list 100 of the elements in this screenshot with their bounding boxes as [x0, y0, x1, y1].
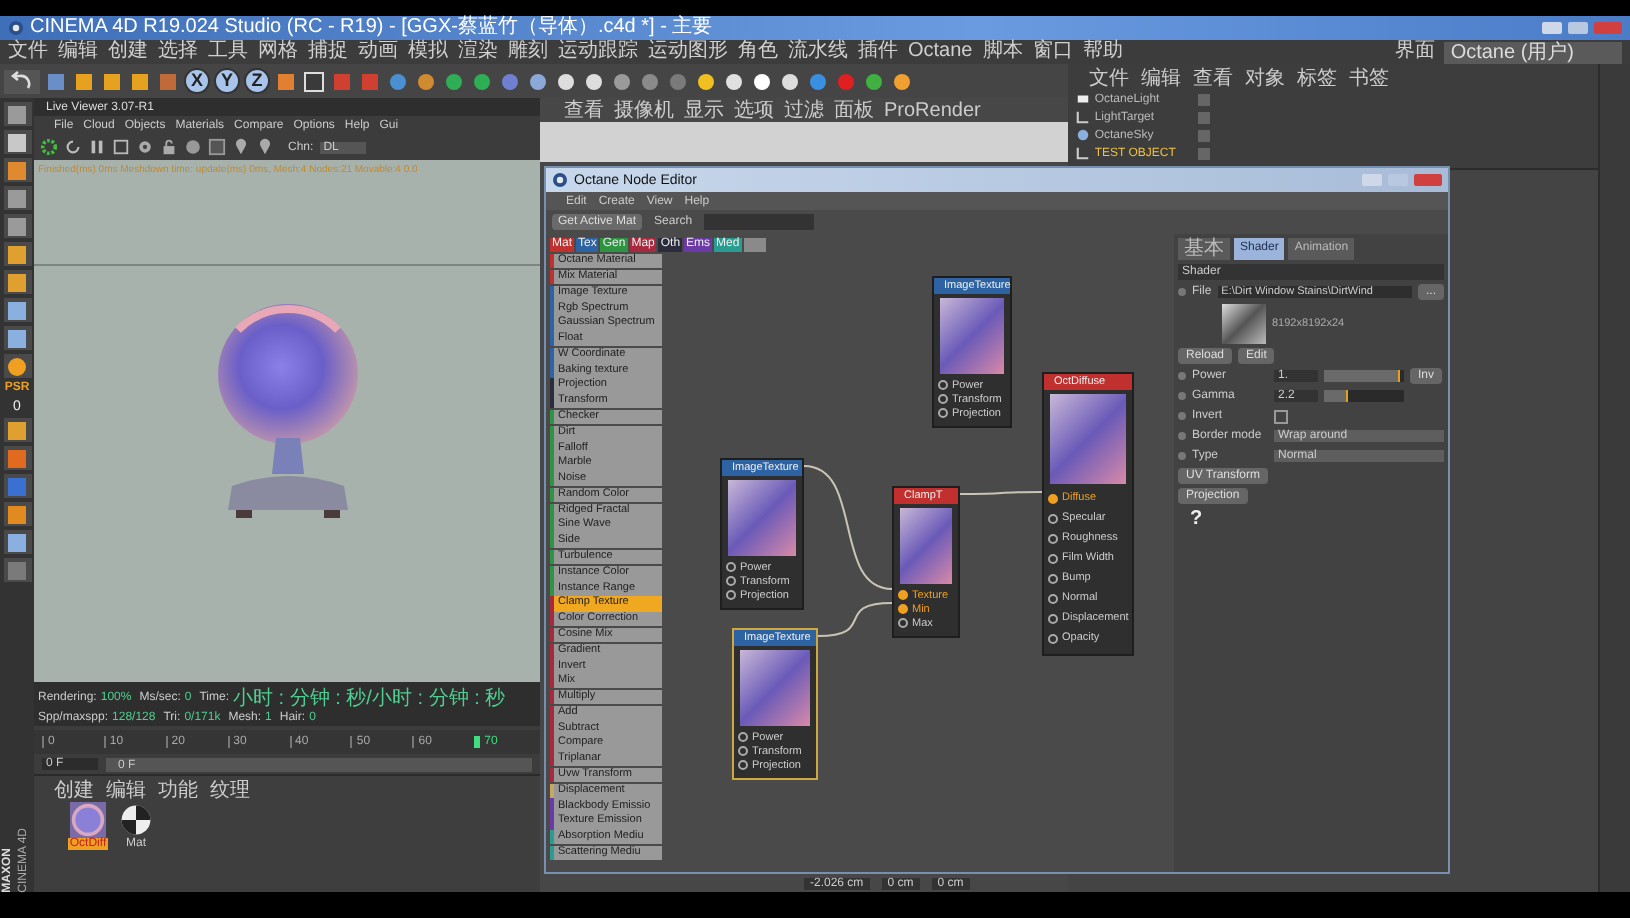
pin-icon[interactable] [256, 138, 274, 156]
menu-item[interactable]: 雕刻 [508, 40, 548, 64]
port-icon[interactable] [938, 394, 948, 404]
tool-icon[interactable] [3, 298, 31, 322]
settings-icon[interactable] [136, 138, 154, 156]
port-icon[interactable] [738, 746, 748, 756]
layout-dropdown[interactable]: Octane (用户) [1444, 41, 1622, 63]
menu-item[interactable]: 编辑 [58, 40, 98, 64]
port-icon[interactable] [726, 576, 736, 586]
frame-icon[interactable] [208, 138, 226, 156]
pin-icon[interactable] [232, 138, 250, 156]
ball-icon[interactable] [638, 69, 662, 93]
axis-button[interactable]: X [184, 68, 210, 94]
menu-item[interactable]: 纹理 [210, 775, 250, 803]
tool-icon[interactable] [3, 530, 31, 554]
axis-button[interactable]: Y [214, 68, 240, 94]
menu-item[interactable]: 工具 [208, 40, 248, 64]
menu-item[interactable]: 编辑 [1140, 63, 1181, 91]
null-object-icon[interactable] [1076, 146, 1091, 160]
menu-item[interactable]: 插件 [858, 40, 898, 64]
menu-item[interactable]: 书签 [1348, 63, 1389, 91]
globe-icon[interactable] [1076, 128, 1091, 142]
menu-item[interactable]: Octane [908, 40, 973, 64]
port-icon[interactable] [1048, 533, 1058, 543]
menu-item[interactable]: 编辑 [106, 775, 146, 803]
sphere-icon[interactable] [184, 138, 202, 156]
port-icon[interactable] [1048, 593, 1058, 603]
menu-item[interactable]: 角色 [738, 40, 778, 64]
port-icon[interactable] [898, 590, 908, 600]
menu-item[interactable]: 捕捉 [308, 40, 348, 64]
menu-item[interactable]: 渲染 [458, 40, 498, 64]
menu-item[interactable]: 动画 [358, 40, 398, 64]
tool-icon[interactable] [3, 158, 31, 182]
window-title: CINEMA 4D R19.024 Studio (RC - R19) - [GGX-蔡蓝竹（导体）.c4d *] - 主要 [30, 16, 713, 39]
menu-item[interactable]: 文件 [8, 40, 48, 64]
port-icon[interactable] [938, 408, 948, 418]
menu-item[interactable]: 功能 [158, 775, 198, 803]
menu-item[interactable]: 对象 [1244, 63, 1285, 91]
port-icon[interactable] [726, 562, 736, 572]
menu-item[interactable]: 创建 [108, 40, 148, 64]
sphere-icon[interactable] [442, 69, 466, 93]
tool-icon[interactable] [3, 242, 31, 266]
menu-item[interactable]: 流水线 [788, 40, 848, 64]
menu-item[interactable]: 查看 [1192, 63, 1233, 91]
port-icon[interactable] [938, 380, 948, 390]
menu-item[interactable]: 文件 [1088, 63, 1129, 91]
menu-item[interactable]: 摄像机 [614, 96, 674, 124]
menu-item[interactable]: ProRender [884, 99, 981, 121]
menu-item[interactable]: 运动跟踪 [558, 40, 638, 64]
port-icon[interactable] [1048, 573, 1058, 583]
menu-item[interactable]: 标签 [1296, 63, 1337, 91]
port-icon[interactable] [898, 604, 908, 614]
axis-button[interactable]: Z [244, 68, 270, 94]
menu-item[interactable]: 过滤 [784, 96, 824, 124]
tool-icon[interactable] [3, 214, 31, 238]
node-wire [959, 491, 1043, 495]
menu-item[interactable]: 面板 [834, 96, 874, 124]
ball-icon[interactable] [610, 69, 634, 93]
port-icon[interactable] [1048, 633, 1058, 643]
menu-item[interactable]: 窗口 [1032, 40, 1073, 64]
menu-item[interactable]: 选项 [734, 96, 774, 124]
tool-icon[interactable] [3, 102, 31, 126]
port-icon[interactable] [1048, 613, 1058, 623]
tool-icon[interactable] [3, 446, 31, 470]
help-icon[interactable]: ? [1178, 508, 1444, 530]
pause-icon[interactable] [88, 138, 106, 156]
port-icon[interactable] [738, 732, 748, 742]
tool-icon[interactable] [3, 418, 31, 442]
tool-icon[interactable] [3, 326, 31, 350]
region-icon[interactable] [112, 138, 130, 156]
lock-icon[interactable] [160, 138, 178, 156]
menu-item[interactable]: 网格 [258, 40, 298, 64]
tool-icon[interactable] [3, 270, 31, 294]
port-icon[interactable] [1048, 513, 1058, 523]
menu-item[interactable]: 模拟 [408, 40, 448, 64]
menu-item[interactable]: 选择 [158, 40, 198, 64]
menu-item[interactable]: 显示 [684, 96, 724, 124]
attribute-tab[interactable]: 基本 [1178, 238, 1230, 260]
menu-item[interactable]: 帮助 [1082, 40, 1123, 64]
tool-icon[interactable] [3, 186, 31, 210]
checker-sphere-icon[interactable] [118, 802, 154, 838]
menu-item[interactable]: 创建 [54, 775, 94, 803]
port-icon[interactable] [738, 760, 748, 770]
checkbox[interactable] [1274, 409, 1288, 423]
slider-track[interactable] [1324, 390, 1404, 402]
port-icon[interactable] [898, 618, 908, 628]
port-icon[interactable] [726, 590, 736, 600]
category-tab[interactable] [743, 237, 766, 251]
undo-icon[interactable] [4, 69, 40, 93]
null-object-icon[interactable] [1076, 110, 1091, 124]
port-icon[interactable] [1048, 493, 1058, 503]
photo-placeholder [940, 298, 1004, 374]
menu-item[interactable]: 查看 [564, 96, 604, 124]
menu-item[interactable]: 脚本 [982, 40, 1023, 64]
tool-icon[interactable] [3, 502, 31, 526]
port-icon[interactable] [1048, 553, 1058, 563]
refresh-icon[interactable] [64, 138, 82, 156]
menu-item[interactable]: 运动图形 [648, 40, 728, 64]
lamp-icon[interactable] [1076, 92, 1091, 106]
tool-icon[interactable] [3, 130, 31, 154]
